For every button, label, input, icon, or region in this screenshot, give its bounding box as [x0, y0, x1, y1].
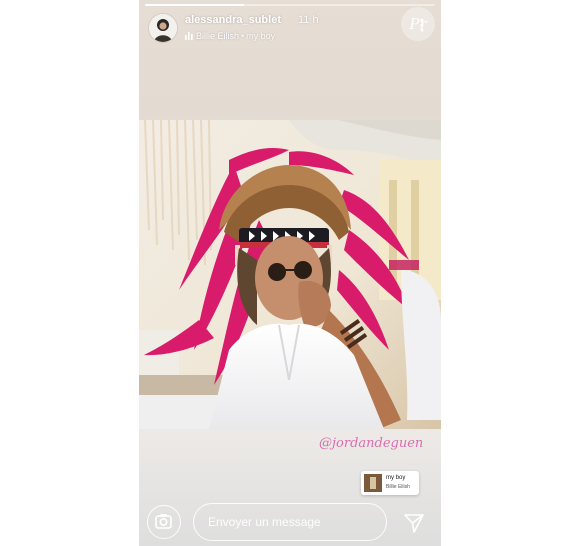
camera-icon [155, 514, 172, 529]
watermark-logo: Pr [401, 7, 435, 41]
album-art [364, 474, 382, 492]
story-header: alessandra_sublet 11 h Billie Eilish • my … [149, 12, 435, 46]
story-photo [139, 120, 441, 429]
music-sticker[interactable]: my boy Billie Eilish [361, 471, 419, 495]
music-sticker-title: my boy [386, 475, 406, 481]
more-vertical-icon[interactable] [419, 17, 425, 33]
music-song: my boy [246, 31, 276, 41]
music-sticker-artist: Billie Eilish [386, 484, 410, 490]
music-separator: • [241, 31, 245, 41]
story-progress-bar [145, 4, 435, 6]
story-viewer[interactable]: alessandra_sublet 11 h Billie Eilish • my … [139, 0, 441, 546]
music-artist: Billie Eilish [196, 31, 240, 41]
music-bars-icon [185, 32, 193, 42]
story-username[interactable]: alessandra_sublet [185, 14, 281, 26]
camera-button[interactable] [147, 505, 181, 539]
send-icon[interactable] [403, 512, 425, 534]
mention-sticker[interactable]: @jordandeguen [319, 436, 423, 451]
story-progress-fill [145, 4, 244, 6]
story-timestamp: 11 h [298, 14, 319, 26]
message-input[interactable] [193, 503, 387, 541]
story-music-attribution[interactable]: Billie Eilish • my boy [185, 31, 275, 42]
avatar[interactable] [149, 14, 177, 42]
